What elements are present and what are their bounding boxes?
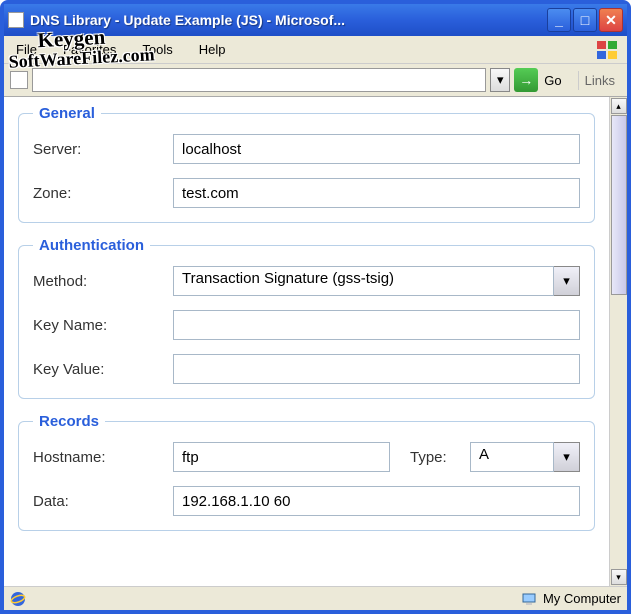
scroll-down-button[interactable]: ▾ bbox=[611, 569, 627, 585]
menu-favorites[interactable]: Favorites bbox=[59, 40, 120, 59]
vertical-scrollbar[interactable]: ▴ ▾ bbox=[609, 97, 627, 586]
scroll-up-button[interactable]: ▴ bbox=[611, 98, 627, 114]
links-label[interactable]: Links bbox=[578, 71, 621, 90]
menu-file[interactable]: File bbox=[12, 40, 41, 59]
menu-help[interactable]: Help bbox=[195, 40, 230, 59]
type-select[interactable]: A bbox=[470, 442, 554, 472]
go-button[interactable]: → bbox=[514, 68, 538, 92]
method-select[interactable]: Transaction Signature (gss-tsig) bbox=[173, 266, 554, 296]
minimize-button[interactable]: _ bbox=[547, 8, 571, 32]
url-dropdown-button[interactable]: ▾ bbox=[490, 68, 510, 92]
close-button[interactable]: ✕ bbox=[599, 8, 623, 32]
menubar: File Favorites Tools Help bbox=[4, 36, 627, 64]
address-bar: ▾ → Go Links bbox=[4, 64, 627, 97]
type-dropdown-button[interactable]: ▾ bbox=[554, 442, 580, 472]
general-fieldset: General Server: Zone: bbox=[18, 105, 595, 223]
url-input[interactable] bbox=[32, 68, 486, 92]
menu-tools[interactable]: Tools bbox=[138, 40, 176, 59]
keyname-label: Key Name: bbox=[33, 317, 173, 334]
zone-input[interactable] bbox=[173, 178, 580, 208]
computer-icon bbox=[521, 591, 537, 607]
page-content: General Server: Zone: Authentication Met… bbox=[4, 97, 609, 586]
hostname-label: Hostname: bbox=[33, 449, 173, 466]
data-input[interactable] bbox=[173, 486, 580, 516]
statusbar: My Computer bbox=[4, 586, 627, 610]
hostname-input[interactable] bbox=[173, 442, 390, 472]
server-input[interactable] bbox=[173, 134, 580, 164]
keyvalue-input[interactable] bbox=[173, 354, 580, 384]
ie-icon bbox=[10, 591, 26, 607]
window: DNS Library - Update Example (JS) - Micr… bbox=[0, 0, 631, 614]
auth-fieldset: Authentication Method: Transaction Signa… bbox=[18, 237, 595, 399]
server-label: Server: bbox=[33, 141, 173, 158]
method-label: Method: bbox=[33, 273, 173, 290]
maximize-button[interactable]: □ bbox=[573, 8, 597, 32]
status-zone: My Computer bbox=[543, 591, 621, 606]
auth-legend: Authentication bbox=[33, 237, 150, 254]
records-legend: Records bbox=[33, 413, 105, 430]
type-label: Type: bbox=[410, 449, 470, 466]
keyvalue-label: Key Value: bbox=[33, 361, 173, 378]
zone-label: Zone: bbox=[33, 185, 173, 202]
scroll-thumb[interactable] bbox=[611, 115, 627, 295]
method-dropdown-button[interactable]: ▾ bbox=[554, 266, 580, 296]
window-title: DNS Library - Update Example (JS) - Micr… bbox=[30, 12, 547, 28]
app-icon bbox=[8, 12, 24, 28]
data-label: Data: bbox=[33, 493, 173, 510]
titlebar: DNS Library - Update Example (JS) - Micr… bbox=[4, 4, 627, 36]
keyname-input[interactable] bbox=[173, 310, 580, 340]
page-icon bbox=[10, 71, 28, 89]
general-legend: General bbox=[33, 105, 101, 122]
go-label[interactable]: Go bbox=[544, 73, 561, 88]
windows-logo-icon bbox=[593, 38, 621, 62]
records-fieldset: Records Hostname: Type: A ▾ Data: bbox=[18, 413, 595, 531]
